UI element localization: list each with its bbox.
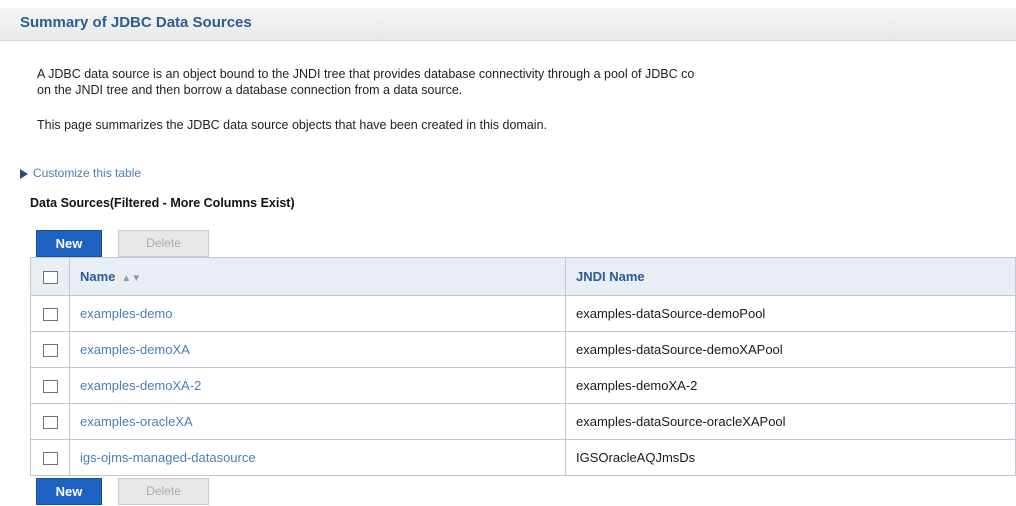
expand-triangle-icon: [20, 168, 28, 179]
row-checkbox[interactable]: [42, 344, 58, 358]
select-all-checkbox[interactable]: [42, 271, 58, 285]
table-row: igs-ojms-managed-datasource IGSOracleAQJ…: [30, 439, 1016, 476]
jndi-cell: examples-dataSource-demoXAPool: [565, 331, 1016, 368]
description-line-2: on the JNDI tree and then borrow a datab…: [37, 83, 463, 97]
column-header-name[interactable]: Name ▲▼: [69, 257, 566, 296]
table-header-row: Name ▲▼ JNDI Name: [30, 257, 1016, 296]
page-title: Summary of JDBC Data Sources: [20, 14, 252, 31]
name-cell: examples-demo: [69, 295, 566, 332]
row-checkbox-cell: [30, 295, 70, 332]
column-header-jndi[interactable]: JNDI Name: [565, 257, 1016, 296]
datasource-name-link[interactable]: examples-oracleXA: [80, 414, 193, 429]
table-row: examples-demoXA examples-dataSource-demo…: [30, 331, 1016, 368]
name-cell: igs-ojms-managed-datasource: [69, 439, 566, 476]
row-checkbox-cell: [30, 331, 70, 368]
customize-table-link[interactable]: Customize this table: [20, 166, 141, 180]
row-checkbox-cell: [30, 403, 70, 440]
delete-button-bottom[interactable]: Delete: [118, 478, 209, 505]
column-name-label: Name: [80, 269, 116, 284]
row-checkbox[interactable]: [42, 308, 58, 322]
jndi-cell: examples-dataSource-oracleXAPool: [565, 403, 1016, 440]
section-title: Data Sources(Filtered - More Columns Exi…: [30, 196, 295, 210]
row-checkbox[interactable]: [42, 416, 58, 430]
table-row: examples-oracleXA examples-dataSource-or…: [30, 403, 1016, 440]
datasource-name-link[interactable]: examples-demoXA: [80, 342, 190, 357]
column-jndi-label: JNDI Name: [576, 269, 645, 284]
row-checkbox-cell: [30, 439, 70, 476]
datasource-name-link[interactable]: examples-demo: [80, 306, 173, 321]
description-line-1: A JDBC data source is an object bound to…: [37, 67, 695, 81]
row-checkbox-cell: [30, 367, 70, 404]
jndi-cell: IGSOracleAQJmsDs: [565, 439, 1016, 476]
table-row: examples-demo examples-dataSource-demoPo…: [30, 295, 1016, 332]
jndi-cell: examples-dataSource-demoPool: [565, 295, 1016, 332]
select-all-cell: [30, 257, 70, 296]
description-line-3: This page summarizes the JDBC data sourc…: [37, 118, 547, 132]
datasource-name-link[interactable]: examples-demoXA-2: [80, 378, 201, 393]
customize-label: Customize this table: [33, 166, 142, 180]
name-cell: examples-demoXA: [69, 331, 566, 368]
row-checkbox[interactable]: [42, 452, 58, 466]
name-cell: examples-demoXA-2: [69, 367, 566, 404]
page-title-bar: Summary of JDBC Data Sources: [0, 8, 1016, 41]
data-sources-table: Name ▲▼ JNDI Name examples-demo examples-…: [30, 257, 1016, 476]
jndi-cell: examples-demoXA-2: [565, 367, 1016, 404]
new-button-top[interactable]: New: [36, 230, 102, 257]
sort-icon[interactable]: ▲▼: [121, 273, 141, 284]
new-button-bottom[interactable]: New: [36, 478, 102, 505]
delete-button-top[interactable]: Delete: [118, 230, 209, 257]
row-checkbox[interactable]: [42, 380, 58, 394]
table-row: examples-demoXA-2 examples-demoXA-2: [30, 367, 1016, 404]
name-cell: examples-oracleXA: [69, 403, 566, 440]
datasource-name-link[interactable]: igs-ojms-managed-datasource: [80, 450, 256, 465]
